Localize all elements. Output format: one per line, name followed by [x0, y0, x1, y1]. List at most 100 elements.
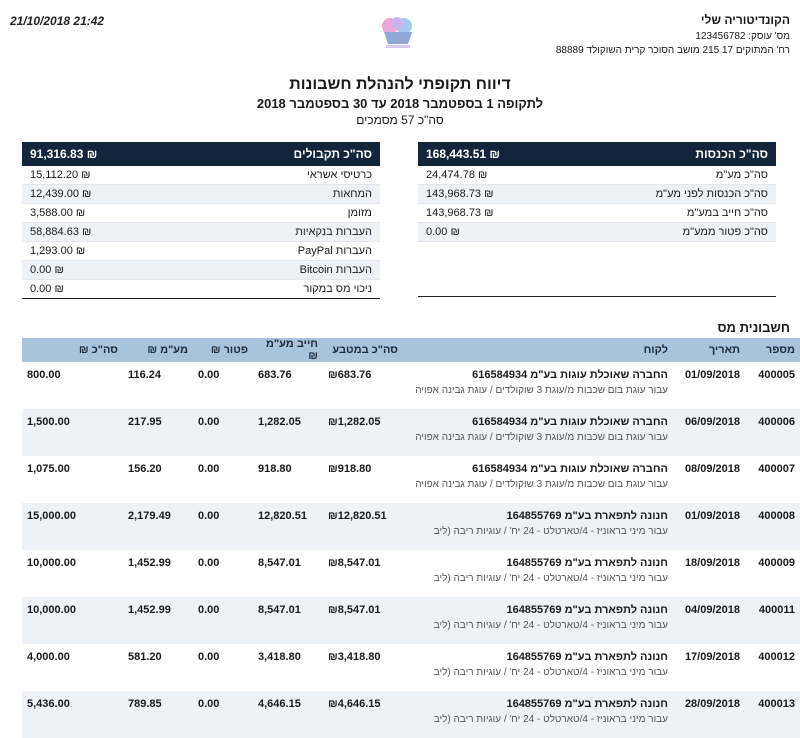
- client-name: חנונה לתפארת בע"מ 164855769: [506, 698, 668, 710]
- invoice-number: 400011: [745, 597, 800, 644]
- print-date: 21/10/2018 21:42: [10, 14, 105, 28]
- business-details: הקונדיטוריה שלי מס' עוסק: 123456782 רח' …: [556, 13, 790, 59]
- invoice-vat: 2,179.49: [123, 503, 193, 550]
- invoice-total: 15,000.00: [22, 503, 123, 550]
- spacer-row: [418, 242, 776, 261]
- receipts-row-label: העברות Bitcoin: [189, 260, 380, 280]
- business-address: רח' המתוקים 17 215 מושב הסוכר קרית השוקו…: [555, 45, 790, 56]
- invoice-vatable: 1,282.05: [253, 409, 323, 456]
- invoice-description: עבור מיני בראוניז - 4/טארטלט - 24 יח' / …: [433, 573, 668, 584]
- invoice-description: עבור עוגת בום שכבות מ/עוגת 3 שוקולדים / …: [415, 479, 668, 490]
- invoice-currency-total: ₪918.80: [328, 463, 372, 475]
- invoice-vat: 1,452.99: [123, 597, 193, 644]
- cupcake-logo-icon: [376, 16, 420, 50]
- invoice-client: חנונה לתפארת בע"מ 164855769 עבור מיני ברא…: [403, 691, 673, 738]
- invoice-vat: 581.20: [128, 651, 162, 663]
- receipts-row: העברות PayPal 1,293.00 ₪: [22, 241, 380, 261]
- invoice-currency-total: ₪8,547.01: [328, 557, 381, 569]
- invoice-client: חנונה לתפארת בע"מ 164855769 עבור מיני ברא…: [403, 550, 673, 597]
- invoice-exempt: 0.00: [198, 557, 220, 569]
- invoice-date: 18/09/2018: [684, 557, 740, 569]
- income-row: סה"כ מע"מ 24,474.78 ₪: [418, 166, 776, 185]
- income-row-label: סה"כ חייב במע"מ: [565, 203, 776, 223]
- table-row: 400013 28/09/2018 חנונה לתפארת בע"מ 164855…: [22, 691, 800, 738]
- invoice-date: 08/09/2018: [684, 463, 740, 475]
- invoice-vat: 789.85: [123, 691, 193, 738]
- invoice-total: 1,075.00: [27, 463, 70, 475]
- table-row: 400005 01/09/2018 החברה שאוכלת עוגות בע"מ …: [22, 362, 800, 409]
- income-header-label: סה"כ הכנסות: [565, 142, 776, 166]
- income-row: סה"כ חייב במע"מ 143,968.73 ₪: [418, 203, 776, 223]
- income-summary-table: סה"כ הכנסות 168,443.51 ₪ סה"כ מע"מ 24,47…: [418, 142, 776, 297]
- invoice-client: החברה שאוכלת עוגות בע"מ 616584934 עבור עו…: [403, 362, 673, 409]
- receipts-row-value: 1,293.00 ₪: [22, 241, 190, 261]
- receipts-row-label: כרטיסי אשראי: [189, 166, 380, 185]
- receipts-row: המחאות 12,439.00 ₪: [22, 184, 380, 204]
- receipts-row-value: 3,588.00 ₪: [22, 203, 190, 223]
- receipts-row-label: העברות PayPal: [189, 241, 380, 261]
- client-name: חנונה לתפארת בע"מ 164855769: [506, 557, 668, 569]
- invoice-date: 17/09/2018: [684, 651, 740, 663]
- invoice-vatable: 8,547.01: [258, 557, 301, 569]
- receipts-row: ניכוי מס במקור 0.00 ₪: [22, 279, 380, 299]
- invoice-vatable: 3,418.80: [258, 651, 301, 663]
- invoice-number: 400006: [745, 409, 800, 456]
- receipts-row-value: 58,884.63 ₪: [22, 222, 190, 242]
- invoice-exempt: 0.00: [193, 503, 253, 550]
- invoice-number: 400012: [758, 651, 795, 663]
- table-row: 400009 18/09/2018 חנונה לתפארת בע"מ 164855…: [22, 550, 800, 597]
- invoice-vat: 217.95: [123, 409, 193, 456]
- receipts-header-value: 91,316.83 ₪: [22, 142, 190, 166]
- receipts-row-value: 0.00 ₪: [22, 279, 190, 299]
- income-row: סה"כ פטור ממע"מ 0.00 ₪: [418, 222, 776, 242]
- spacer-row: [418, 278, 776, 297]
- business-license: מס' עוסק: 123456782: [695, 31, 790, 42]
- receipts-row: העברות בנקאיות 58,884.63 ₪: [22, 222, 380, 242]
- table-row: 400011 04/09/2018 חנונה לתפארת בע"מ 164855…: [22, 597, 800, 644]
- client-name: חנונה לתפארת בע"מ 164855769: [506, 510, 668, 522]
- invoice-exempt: 0.00: [193, 409, 253, 456]
- invoices-section-title: חשבונית מס: [717, 320, 790, 335]
- income-row-label: סה"כ הכנסות לפני מע"מ: [565, 184, 776, 204]
- invoice-client: החברה שאוכלת עוגות בע"מ 616584934 עבור עו…: [403, 409, 673, 456]
- col-header-date: תאריך: [673, 338, 745, 362]
- invoice-vatable: 683.76: [258, 369, 292, 381]
- receipts-row-value: 0.00 ₪: [22, 260, 190, 280]
- invoice-vatable: 8,547.01: [253, 597, 323, 644]
- col-header-vat: מע"מ ₪: [123, 338, 193, 362]
- invoice-client: חנונה לתפארת בע"מ 164855769 עבור מיני ברא…: [403, 503, 673, 550]
- invoice-date: 06/09/2018: [673, 409, 745, 456]
- income-header-value: 168,443.51 ₪: [418, 142, 566, 166]
- invoice-total: 5,436.00: [22, 691, 123, 738]
- invoice-total: 4,000.00: [27, 651, 70, 663]
- invoice-number: 400007: [758, 463, 795, 475]
- invoice-total: 10,000.00: [27, 557, 76, 569]
- col-header-number: מספר: [745, 338, 800, 362]
- table-row: 400007 08/09/2018 החברה שאוכלת עוגות בע"מ …: [22, 456, 800, 503]
- income-row-value: 143,968.73 ₪: [418, 184, 566, 204]
- invoice-number: 400009: [758, 557, 795, 569]
- col-header-currency-total: סה"כ במטבע: [323, 338, 403, 362]
- table-row: 400008 01/09/2018 חנונה לתפארת בע"מ 164855…: [22, 503, 800, 550]
- report-title: דיווח תקופתי להנהלת חשבונות: [289, 76, 511, 93]
- receipts-summary-table: סה"כ תקבולים 91,316.83 ₪ כרטיסי אשראי 15,…: [22, 142, 380, 299]
- spacer-row: [418, 260, 776, 278]
- income-row: סה"כ הכנסות לפני מע"מ 143,968.73 ₪: [418, 184, 776, 204]
- invoice-vatable: 12,820.51: [253, 503, 323, 550]
- receipts-row-label: מזומן: [189, 203, 380, 223]
- invoice-total: 10,000.00: [22, 597, 123, 644]
- invoice-number: 400005: [758, 369, 795, 381]
- invoice-description: עבור מיני בראוניז - 4/טארטלט - 24 יח' / …: [433, 526, 668, 537]
- invoice-total: 1,500.00: [22, 409, 123, 456]
- income-row-value: 24,474.78 ₪: [418, 166, 566, 185]
- invoice-description: עבור מיני בראוניז - 4/טארטלט - 24 יח' / …: [433, 714, 668, 725]
- invoice-client: חנונה לתפארת בע"מ 164855769 עבור מיני ברא…: [403, 597, 673, 644]
- receipts-row: מזומן 3,588.00 ₪: [22, 203, 380, 223]
- invoice-vat: 116.24: [128, 369, 162, 381]
- invoice-description: עבור עוגת בום שכבות מ/עוגת 3 שוקולדים / …: [415, 432, 668, 443]
- client-name: חנונה לתפארת בע"מ 164855769: [506, 604, 668, 616]
- invoice-currency-total: ₪683.76: [328, 369, 372, 381]
- col-header-exempt: פטור ₪: [193, 338, 253, 362]
- invoice-exempt: 0.00: [198, 463, 220, 475]
- client-name: החברה שאוכלת עוגות בע"מ 616584934: [472, 369, 668, 381]
